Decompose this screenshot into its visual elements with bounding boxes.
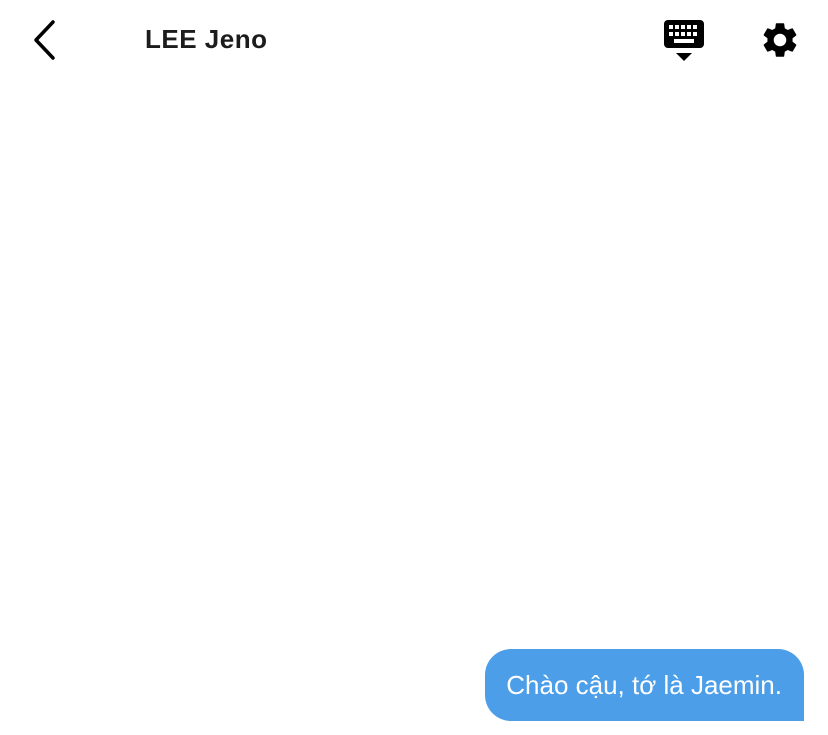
top-bar: LEE Jeno (0, 0, 828, 80)
chat-title: LEE Jeno (145, 24, 268, 54)
chat-screen: LEE Jeno Chào cậu, tớ là Jaemin. (0, 0, 828, 735)
back-button[interactable] (22, 16, 66, 64)
message-list[interactable]: Chào cậu, tớ là Jaemin. (0, 80, 828, 735)
gear-icon (763, 23, 797, 57)
keyboard-hide-icon (664, 20, 704, 61)
outgoing-message-bubble[interactable]: Chào cậu, tớ là Jaemin. (485, 649, 804, 721)
chevron-left-icon (34, 20, 55, 60)
keyboard-toggle-button[interactable] (660, 16, 708, 64)
settings-button[interactable] (756, 16, 804, 64)
